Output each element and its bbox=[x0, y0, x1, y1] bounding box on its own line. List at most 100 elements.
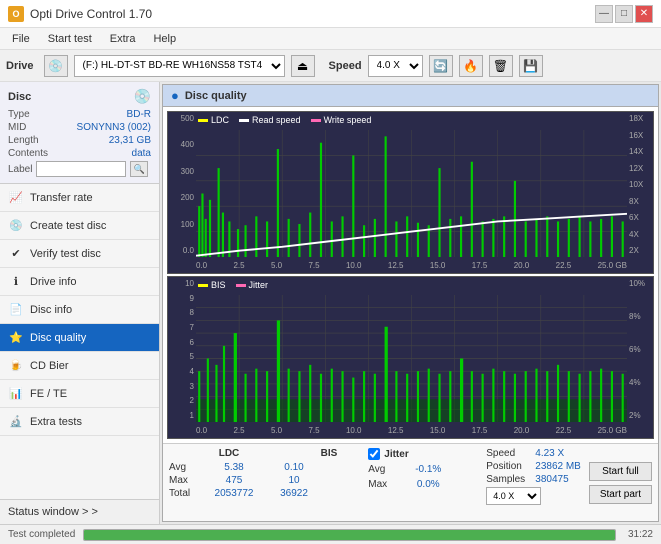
create-test-disc-icon: 💿 bbox=[8, 218, 24, 234]
write-speed-legend-dot bbox=[311, 119, 321, 122]
disc-quality-panel: ● Disc quality LDC Read speed bbox=[162, 84, 659, 522]
read-speed-legend-dot bbox=[239, 119, 249, 122]
sidebar-item-drive-info[interactable]: ℹ Drive info bbox=[0, 268, 159, 296]
save-button[interactable]: 💾 bbox=[519, 55, 543, 77]
speed-info-section: Speed 4.23 X Position 23862 MB Samples 3… bbox=[486, 448, 581, 517]
bis-column-header: BIS bbox=[299, 448, 359, 459]
speed-select[interactable]: 4.0 X bbox=[368, 55, 423, 77]
menubar: File Start test Extra Help bbox=[0, 28, 661, 50]
sidebar-item-fe-te[interactable]: 📊 FE / TE bbox=[0, 380, 159, 408]
sidebar-item-extra-tests[interactable]: 🔬 Extra tests bbox=[0, 408, 159, 436]
disc-contents-label: Contents bbox=[8, 148, 48, 159]
drive-toolbar: Drive 💿 (F:) HL-DT-ST BD-RE WH16NS58 TST… bbox=[0, 50, 661, 82]
bis-legend-label: BIS bbox=[211, 280, 226, 290]
jitter-legend-dot bbox=[236, 284, 246, 287]
bottom-bar: Test completed 31:22 bbox=[0, 524, 661, 544]
close-button[interactable]: ✕ bbox=[635, 5, 653, 23]
minimize-button[interactable]: — bbox=[595, 5, 613, 23]
app-title: Opti Drive Control 1.70 bbox=[30, 7, 152, 21]
erase-button[interactable]: 🗑 bbox=[489, 55, 513, 77]
speed-display-label: Speed bbox=[486, 448, 531, 459]
sidebar-item-disc-info[interactable]: 📄 Disc info bbox=[0, 296, 159, 324]
disc-info-label: Disc info bbox=[30, 304, 72, 316]
status-text: Test completed bbox=[8, 529, 75, 540]
disc-quality-label: Disc quality bbox=[30, 332, 86, 344]
jitter-section: Jitter Avg -0.1% Max 0.0% bbox=[368, 448, 478, 517]
disc-mid-row: MID SONYNN3 (002) bbox=[8, 122, 151, 133]
nav-items: 📈 Transfer rate 💿 Create test disc ✔ Ver… bbox=[0, 184, 159, 499]
drive-info-icon: ℹ bbox=[8, 274, 24, 290]
disc-length-value: 23,31 GB bbox=[109, 135, 151, 146]
sidebar-item-verify-test-disc[interactable]: ✔ Verify test disc bbox=[0, 240, 159, 268]
disc-quality-header: ● Disc quality bbox=[163, 85, 658, 107]
disc-label-input[interactable] bbox=[36, 161, 126, 177]
ldc-chart-plot bbox=[196, 130, 627, 257]
ldc-y-axis-left: 500 400 300 200 100 0.0 bbox=[168, 112, 196, 257]
disc-type-value: BD-R bbox=[127, 109, 151, 120]
start-part-button[interactable]: Start part bbox=[589, 485, 652, 504]
speed-display-row: Speed 4.23 X bbox=[486, 448, 581, 459]
refresh-button[interactable]: 🔄 bbox=[429, 55, 453, 77]
stats-max-row: Max 475 10 bbox=[169, 475, 360, 486]
disc-quality-title: Disc quality bbox=[185, 90, 247, 102]
titlebar-controls: — □ ✕ bbox=[595, 5, 653, 23]
speed-select-small[interactable]: 4.0 X bbox=[486, 487, 541, 505]
disc-label-search-button[interactable]: 🔍 bbox=[130, 161, 148, 177]
max-ldc-value: 475 bbox=[204, 475, 264, 486]
sidebar: Disc 💿 Type BD-R MID SONYNN3 (002) Lengt… bbox=[0, 82, 160, 524]
progress-fill bbox=[84, 530, 615, 540]
samples-label: Samples bbox=[486, 474, 531, 485]
drive-label: Drive bbox=[6, 60, 34, 72]
disc-type-label: Type bbox=[8, 109, 30, 120]
drive-icon-btn[interactable]: 💿 bbox=[44, 55, 68, 77]
start-full-button[interactable]: Start full bbox=[589, 462, 652, 481]
sidebar-item-create-test-disc[interactable]: 💿 Create test disc bbox=[0, 212, 159, 240]
disc-mid-value: SONYNN3 (002) bbox=[77, 122, 151, 133]
content-area: ● Disc quality LDC Read speed bbox=[160, 82, 661, 524]
maximize-button[interactable]: □ bbox=[615, 5, 633, 23]
stats-bar: LDC BIS Avg 5.38 0.10 Max 475 10 Total bbox=[163, 443, 658, 521]
menu-start-test[interactable]: Start test bbox=[40, 31, 100, 47]
menu-help[interactable]: Help bbox=[145, 31, 184, 47]
disc-contents-row: Contents data bbox=[8, 148, 151, 159]
sidebar-status: Status window > > bbox=[0, 499, 159, 524]
bis-x-axis: 0.0 2.5 5.0 7.5 10.0 12.5 15.0 17.5 20.0… bbox=[196, 422, 627, 438]
disc-mid-label: MID bbox=[8, 122, 26, 133]
drive-select[interactable]: (F:) HL-DT-ST BD-RE WH16NS58 TST4 bbox=[74, 55, 285, 77]
disc-label-label: Label bbox=[8, 164, 32, 175]
sidebar-item-transfer-rate[interactable]: 📈 Transfer rate bbox=[0, 184, 159, 212]
disc-type-row: Type BD-R bbox=[8, 109, 151, 120]
position-label: Position bbox=[486, 461, 531, 472]
sidebar-item-cd-bier[interactable]: 🍺 CD Bier bbox=[0, 352, 159, 380]
bis-legend-dot bbox=[198, 284, 208, 287]
legend-write-speed: Write speed bbox=[311, 115, 372, 125]
legend-ldc: LDC bbox=[198, 115, 229, 125]
action-section: Start full Start part bbox=[589, 448, 652, 517]
charts-area: LDC Read speed Write speed 500 bbox=[163, 107, 658, 443]
total-bis-value: 36922 bbox=[264, 488, 324, 499]
status-window-button[interactable]: Status window > > bbox=[0, 500, 159, 524]
legend-jitter: Jitter bbox=[236, 280, 269, 290]
sidebar-item-disc-quality[interactable]: ⭐ Disc quality bbox=[0, 324, 159, 352]
cd-bier-icon: 🍺 bbox=[8, 358, 24, 374]
disc-header: Disc 💿 bbox=[8, 88, 151, 105]
jitter-legend-label: Jitter bbox=[249, 280, 269, 290]
menu-extra[interactable]: Extra bbox=[102, 31, 144, 47]
transfer-rate-label: Transfer rate bbox=[30, 192, 93, 204]
ldc-chart: LDC Read speed Write speed 500 bbox=[167, 111, 654, 274]
progress-bar bbox=[83, 529, 616, 541]
samples-row: Samples 380475 bbox=[486, 474, 581, 485]
verify-test-disc-label: Verify test disc bbox=[30, 248, 101, 260]
eject-button[interactable]: ⏏ bbox=[291, 55, 315, 77]
jitter-checkbox[interactable] bbox=[368, 448, 380, 460]
jitter-max-label: Max bbox=[368, 479, 403, 490]
menu-file[interactable]: File bbox=[4, 31, 38, 47]
ldc-y-axis-right: 18X 16X 14X 12X 10X 8X 6X 4X 2X bbox=[627, 112, 653, 257]
ldc-legend-label: LDC bbox=[211, 115, 229, 125]
fe-te-label: FE / TE bbox=[30, 388, 67, 400]
speed-display-value: 4.23 X bbox=[535, 448, 564, 459]
jitter-max-value: 0.0% bbox=[403, 479, 453, 490]
avg-ldc-value: 5.38 bbox=[204, 462, 264, 473]
disc-contents-value: data bbox=[132, 148, 151, 159]
burn-button[interactable]: 🔥 bbox=[459, 55, 483, 77]
